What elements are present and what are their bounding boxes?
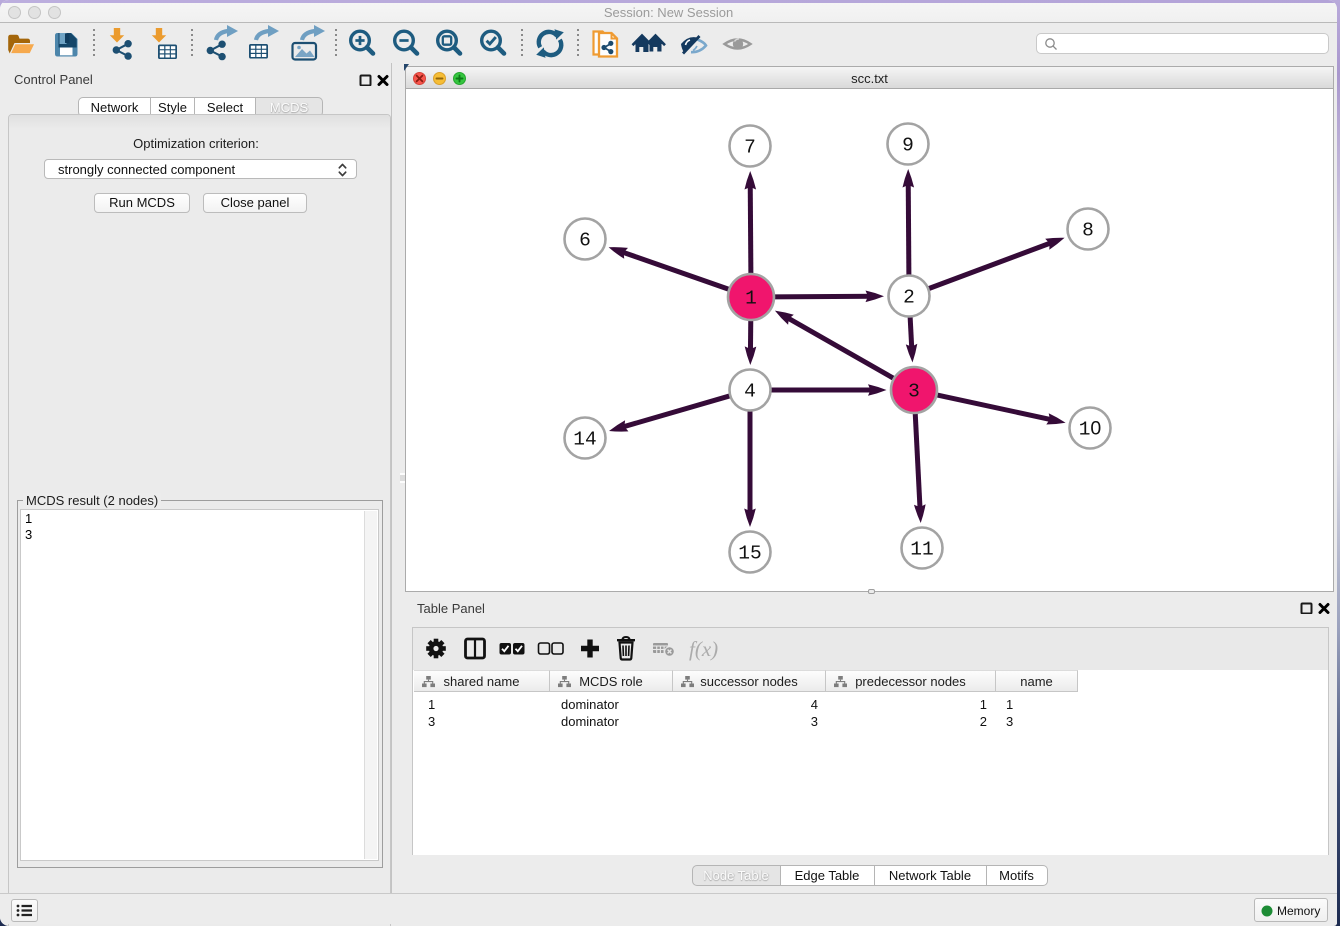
svg-text:6: 6 — [579, 230, 591, 252]
svg-text:4: 4 — [744, 381, 756, 403]
svg-text:1: 1 — [745, 288, 757, 310]
svg-text:7: 7 — [744, 137, 756, 159]
svg-text:f(x): f(x) — [689, 637, 718, 661]
svg-text:15: 15 — [738, 543, 761, 565]
svg-text:2: 2 — [903, 287, 915, 309]
svg-text:8: 8 — [1082, 220, 1094, 242]
svg-text:10: 10 — [1079, 418, 1102, 441]
svg-text:11: 11 — [910, 539, 933, 561]
svg-text:3: 3 — [908, 381, 920, 403]
svg-text:9: 9 — [902, 135, 914, 157]
svg-text:14: 14 — [573, 429, 596, 451]
